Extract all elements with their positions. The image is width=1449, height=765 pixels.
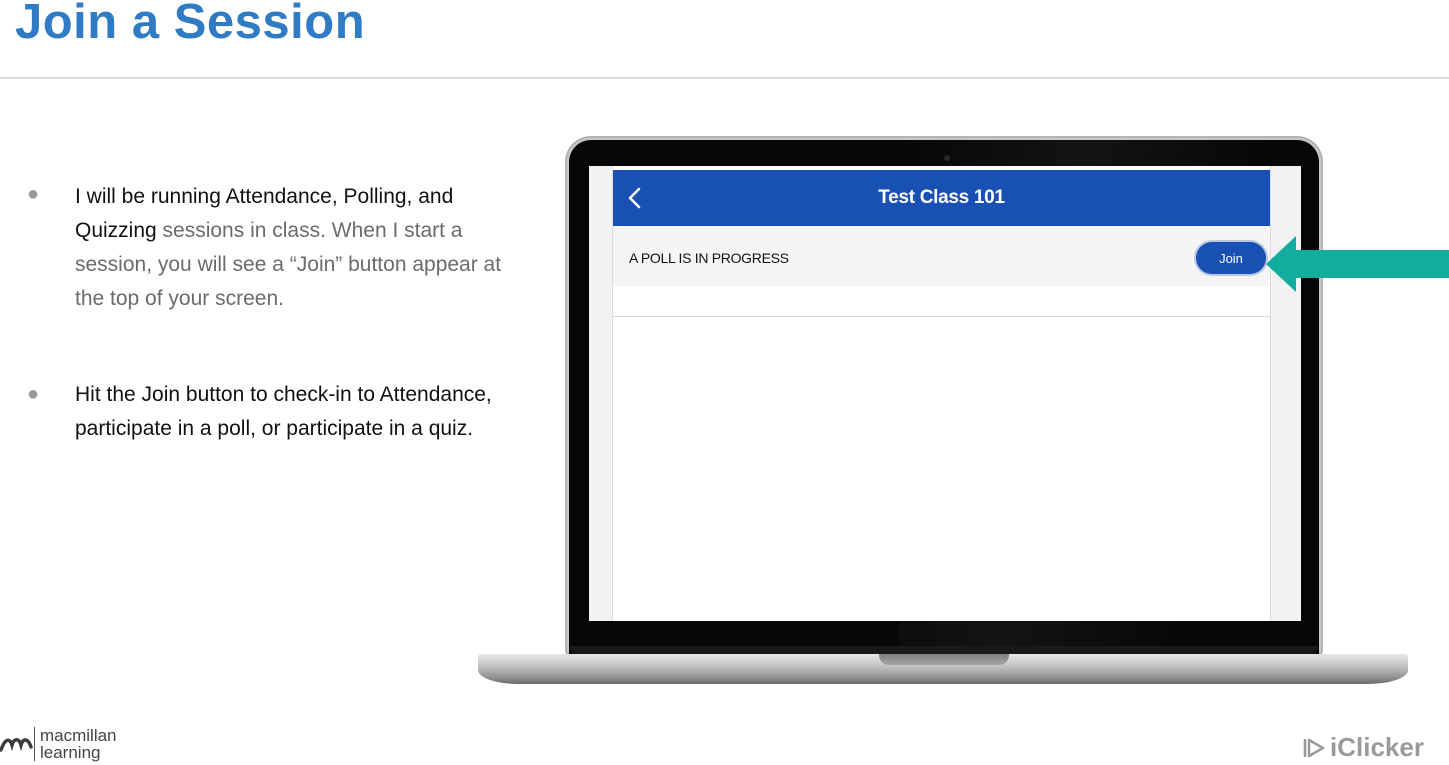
join-button[interactable]: Join: [1196, 242, 1266, 274]
iclicker-app: Test Class 101 A POLL IS IN PROGRESS Joi…: [612, 166, 1271, 621]
macmillan-wordmark-line1: macmillan: [40, 726, 117, 745]
bullet-2-dark-text: Hit the Join button to check-in to Atten…: [75, 383, 492, 440]
iclicker-logo: iClicker: [1302, 732, 1424, 763]
app-header: Test Class 101: [613, 170, 1270, 226]
bullet-text-1: I will be running Attendance, Polling, a…: [75, 180, 535, 316]
laptop-screen: Test Class 101 A POLL IS IN PROGRESS Joi…: [589, 166, 1301, 621]
title-divider: [0, 77, 1449, 79]
bullet-text-2: Hit the Join button to check-in to Atten…: [75, 378, 535, 446]
laptop-base-notch: [879, 654, 1009, 665]
slide-title: Join a Session: [15, 0, 366, 49]
iclicker-logo-icon: [1303, 738, 1325, 757]
macmillan-logo-icon: [0, 738, 33, 752]
poll-status-text: A POLL IS IN PROGRESS: [629, 250, 789, 266]
macmillan-wordmark-line2: learning: [40, 743, 101, 762]
pointer-arrow-icon: [1266, 236, 1449, 292]
app-header-title: Test Class 101: [878, 187, 1005, 208]
bullet-marker: ●: [27, 383, 40, 405]
bullet-marker: ●: [27, 183, 40, 205]
macmillan-logo: macmillan learning: [0, 727, 117, 761]
logo-separator: [34, 727, 35, 761]
macmillan-wordmark: macmillan learning: [40, 727, 117, 761]
list-divider: [613, 316, 1270, 317]
back-chevron-icon[interactable]: [625, 187, 645, 209]
poll-in-progress-row: A POLL IS IN PROGRESS Join: [613, 226, 1270, 286]
camera-icon: [944, 155, 950, 161]
iclicker-wordmark: iClicker: [1330, 732, 1424, 762]
laptop-base: [478, 654, 1408, 684]
